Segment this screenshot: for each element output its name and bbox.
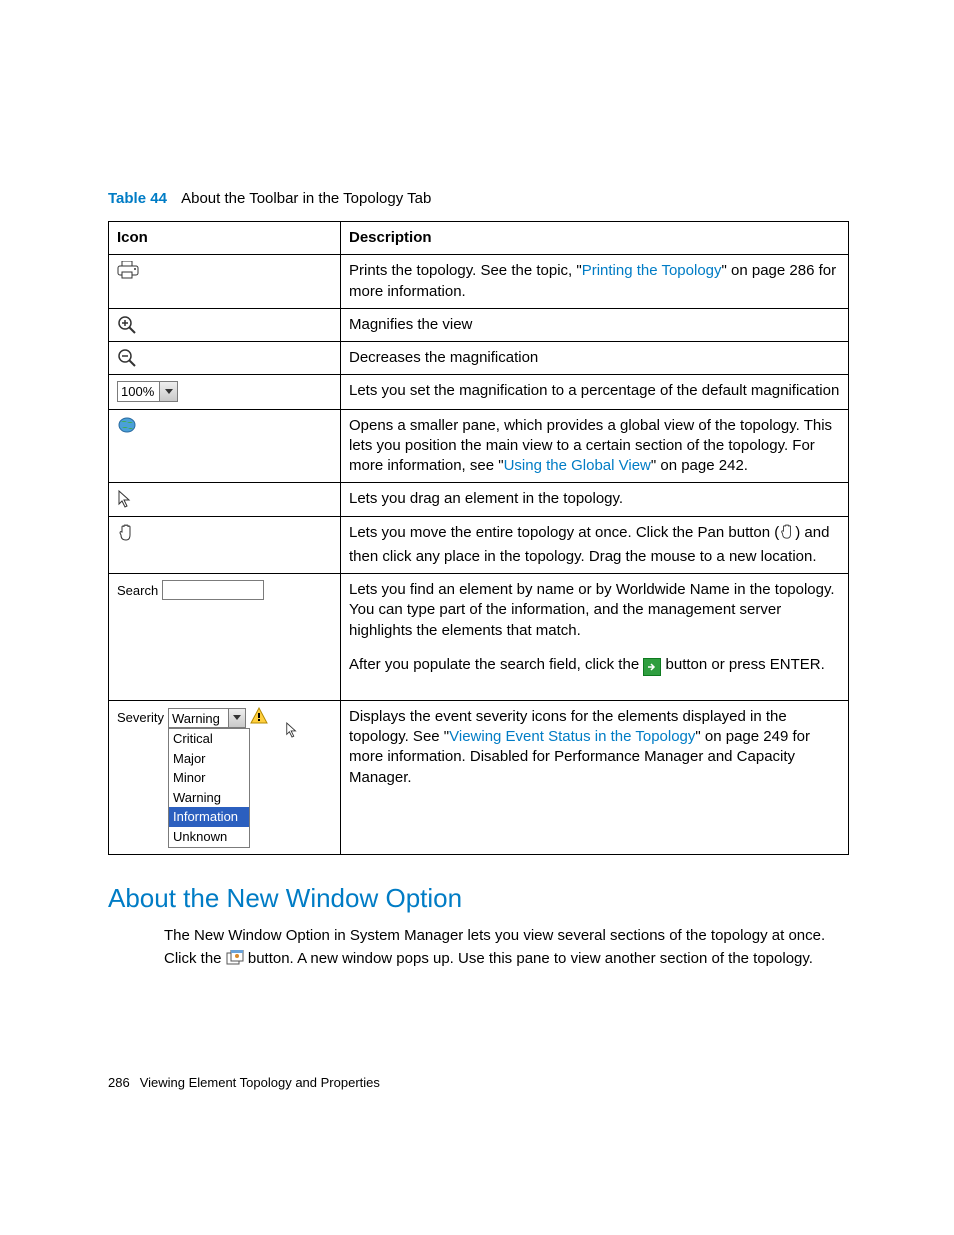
table-row: Severity Warning Critical Major Minor Wa…	[109, 700, 849, 854]
print-icon	[109, 255, 341, 309]
table-row: Magnifies the view	[109, 308, 849, 341]
zoom-in-icon	[109, 308, 341, 341]
severity-option[interactable]: Major	[169, 749, 249, 769]
severity-desc: Displays the event severity icons for th…	[341, 700, 849, 854]
table-row: Decreases the magnification	[109, 342, 849, 375]
zoom-percent-desc: Lets you set the magnification to a perc…	[341, 375, 849, 409]
col-icon: Icon	[109, 222, 341, 255]
zoom-in-desc: Magnifies the view	[341, 308, 849, 341]
severity-option[interactable]: Minor	[169, 768, 249, 788]
warning-icon	[250, 707, 268, 730]
search-go-icon	[643, 658, 661, 676]
zoom-out-desc: Decreases the magnification	[341, 342, 849, 375]
section-heading: About the New Window Option	[108, 883, 849, 914]
table-row: Search Lets you find an element by name …	[109, 574, 849, 701]
table-row: Lets you drag an element in the topology…	[109, 483, 849, 516]
severity-option[interactable]: Information	[169, 807, 249, 827]
severity-label: Severity	[117, 709, 164, 727]
table-row: Lets you move the entire topology at onc…	[109, 516, 849, 574]
link-viewing-event-status[interactable]: Viewing Event Status in the Topology	[449, 728, 695, 745]
link-printing-topology[interactable]: Printing the Topology	[582, 262, 722, 279]
chevron-down-icon	[228, 709, 245, 727]
toolbar-table: Icon Description Prints the topology. Se…	[108, 221, 849, 855]
chapter-title: Viewing Element Topology and Properties	[140, 1075, 380, 1090]
table-row: Prints the topology. See the topic, "Pri…	[109, 255, 849, 309]
pan-icon	[109, 516, 341, 574]
severity-select[interactable]: Warning	[168, 708, 246, 728]
page-footer: 286 Viewing Element Topology and Properti…	[108, 1075, 380, 1090]
severity-selected: Warning	[169, 709, 228, 727]
cursor-icon	[285, 721, 299, 744]
zoom-percent-control: 100%	[109, 375, 341, 409]
new-window-icon	[226, 950, 244, 973]
print-desc: Prints the topology. See the topic, "Pri…	[341, 255, 849, 309]
table-row: 100% Lets you set the magnification to a…	[109, 375, 849, 409]
drag-desc: Lets you drag an element in the topology…	[341, 483, 849, 516]
page-number: 286	[108, 1075, 130, 1090]
drag-icon	[109, 483, 341, 516]
severity-option[interactable]: Critical	[169, 729, 249, 749]
severity-control: Severity Warning Critical Major Minor Wa…	[109, 700, 341, 854]
severity-option[interactable]: Warning	[169, 788, 249, 808]
global-view-desc: Opens a smaller pane, which provides a g…	[341, 409, 849, 483]
section-body: The New Window Option in System Manager …	[164, 924, 849, 974]
zoom-percent-select[interactable]: 100%	[117, 381, 178, 402]
table-title: About the Toolbar in the Topology Tab	[181, 190, 431, 207]
link-global-view[interactable]: Using the Global View	[504, 457, 651, 474]
col-desc: Description	[341, 222, 849, 255]
severity-option[interactable]: Unknown	[169, 827, 249, 847]
pan-desc: Lets you move the entire topology at onc…	[341, 516, 849, 574]
table-caption: Table 44 About the Toolbar in the Topolo…	[108, 190, 849, 207]
table-row: Opens a smaller pane, which provides a g…	[109, 409, 849, 483]
global-view-icon	[109, 409, 341, 483]
severity-options[interactable]: Critical Major Minor Warning Information…	[168, 728, 250, 847]
zoom-percent-value: 100%	[118, 382, 159, 401]
search-input[interactable]	[162, 580, 264, 600]
search-control: Search	[109, 574, 341, 701]
search-desc: Lets you find an element by name or by W…	[341, 574, 849, 701]
pan-inline-icon	[779, 523, 795, 547]
zoom-out-icon	[109, 342, 341, 375]
table-label: Table 44	[108, 190, 167, 207]
search-label: Search	[117, 580, 162, 600]
chevron-down-icon	[159, 382, 177, 401]
